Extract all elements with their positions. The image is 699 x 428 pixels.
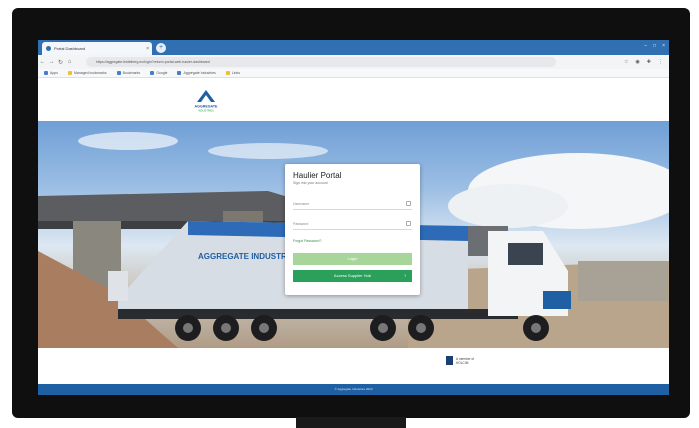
minimize-icon[interactable]: – xyxy=(644,43,647,49)
tab-active[interactable]: Portal Dashboard × xyxy=(42,42,152,55)
back-icon[interactable]: ← xyxy=(38,59,47,65)
address-bar[interactable]: https://aggregate.leidelberg.eu/login?re… xyxy=(86,57,556,67)
forgot-password-link[interactable]: Forgot Password? xyxy=(293,239,321,243)
puzzle-icon[interactable]: ✚ xyxy=(647,57,651,67)
login-button[interactable]: Login xyxy=(293,253,412,265)
tab-close-icon[interactable]: × xyxy=(146,46,149,52)
window-controls: – □ × xyxy=(644,43,665,49)
browser-window: Portal Dashboard × + – □ × ← → ↻ ⌂ https… xyxy=(38,40,669,395)
footer xyxy=(38,348,669,384)
folder-icon xyxy=(67,71,72,75)
brand-name: HOLCIM xyxy=(456,360,469,365)
logo-triangle-icon: AGGREGATE INDUSTRIES xyxy=(195,90,218,113)
password-field[interactable]: Password xyxy=(293,218,412,230)
extension-icon[interactable]: ◉ xyxy=(635,57,639,67)
username-field[interactable]: Username xyxy=(293,198,412,210)
holcim-logo-icon xyxy=(446,356,453,365)
forward-icon[interactable]: → xyxy=(47,59,56,65)
site-icon xyxy=(177,71,182,75)
bookmark-managed[interactable]: Managed bookmarks xyxy=(67,71,107,75)
tab-title: Portal Dashboard xyxy=(54,46,86,51)
bookmark-icon xyxy=(116,71,121,75)
bookmark-aggregate[interactable]: Aggregate Industries xyxy=(177,71,216,75)
lock-icon xyxy=(406,221,411,226)
svg-text:AGGREGATE: AGGREGATE xyxy=(195,105,218,109)
bookmark-apps[interactable]: Apps xyxy=(44,71,58,75)
login-subtitle: Sign into your account xyxy=(293,181,328,185)
copyright-text: © Aggregate Industries 2023 xyxy=(334,387,373,391)
login-title: Haulier Portal xyxy=(293,171,342,180)
google-icon xyxy=(150,71,155,75)
bookmark-links[interactable]: Links xyxy=(225,71,240,75)
footer-bar: © Aggregate Industries 2023 xyxy=(38,384,669,395)
close-window-icon[interactable]: × xyxy=(662,43,665,49)
maximize-icon[interactable]: □ xyxy=(653,43,656,49)
tab-bar: Portal Dashboard × + – □ × xyxy=(38,40,669,55)
home-icon[interactable]: ⌂ xyxy=(65,59,74,65)
extensions-area: ☆ ◉ ✚ ⋮ xyxy=(624,57,663,67)
user-icon xyxy=(406,201,411,206)
site-header: AGGREGATE INDUSTRIES xyxy=(38,79,669,121)
monitor-stand xyxy=(296,417,406,428)
holcim-brand[interactable]: A member of HOLCIM xyxy=(446,356,474,365)
svg-text:INDUSTRIES: INDUSTRIES xyxy=(198,109,214,113)
folder-icon xyxy=(225,71,230,75)
favicon-icon xyxy=(46,46,51,51)
star-icon[interactable]: ☆ xyxy=(624,57,628,67)
reload-icon[interactable]: ↻ xyxy=(56,59,65,66)
bookmark-google[interactable]: Google xyxy=(150,71,167,75)
supplier-hub-button[interactable]: Access Supplier Hub › xyxy=(293,270,412,282)
chevron-right-icon: › xyxy=(404,273,406,279)
apps-icon xyxy=(44,71,48,75)
toolbar: ← → ↻ ⌂ https://aggregate.leidelberg.eu/… xyxy=(38,55,669,69)
bookmark-bookmarks[interactable]: Bookmarks xyxy=(116,71,140,75)
company-logo[interactable]: AGGREGATE INDUSTRIES xyxy=(186,88,226,114)
new-tab-button[interactable]: + xyxy=(156,43,166,53)
bookmarks-bar: Apps Managed bookmarks Bookmarks Google … xyxy=(38,69,669,78)
menu-icon[interactable]: ⋮ xyxy=(658,57,663,67)
website: AGGREGATE INDUSTRIES AGGREGATE INDUSTRIE… xyxy=(38,79,669,395)
login-card: Haulier Portal Sign into your account Us… xyxy=(285,164,420,295)
